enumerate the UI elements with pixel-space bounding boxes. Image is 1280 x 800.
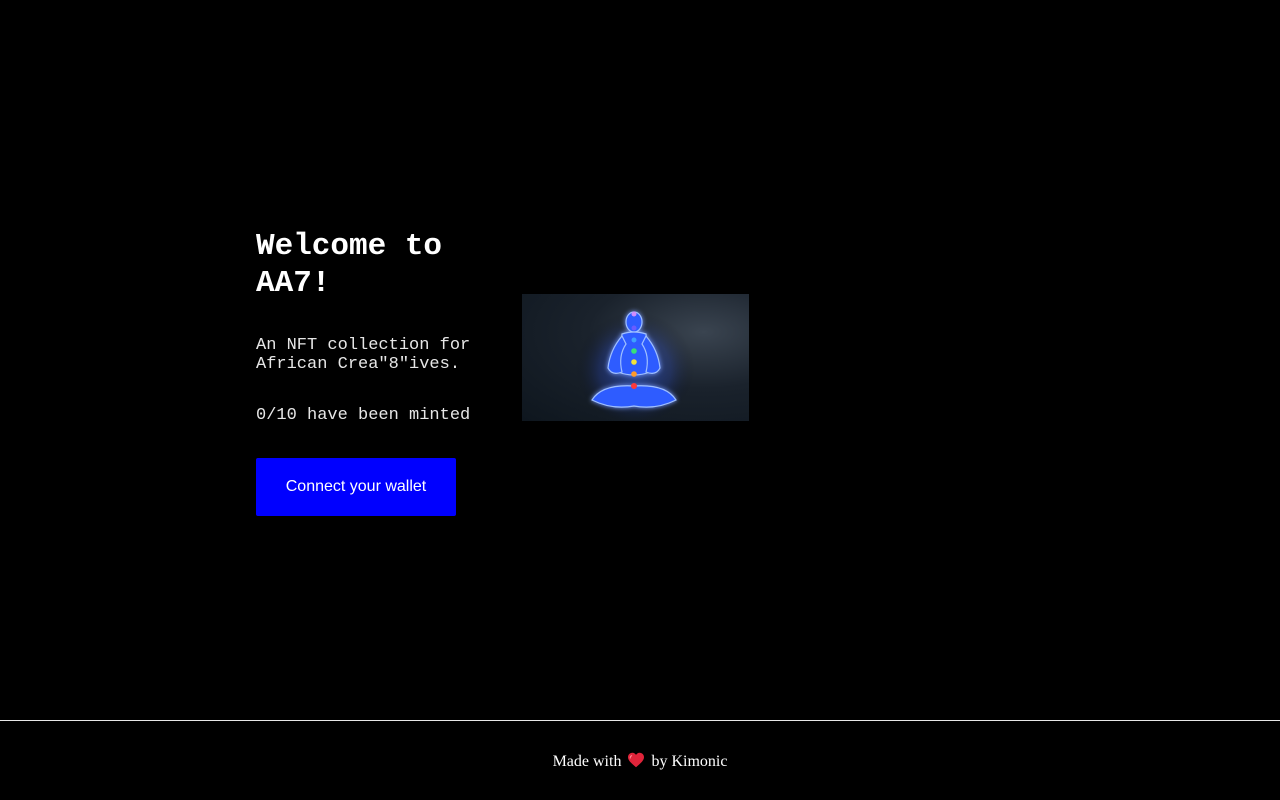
page-title: Welcome to AA7! bbox=[256, 229, 443, 301]
footer-prefix: Made with bbox=[552, 753, 622, 770]
connect-wallet-button[interactable]: Connect your wallet bbox=[256, 458, 456, 516]
minted-count: 0/10 have been minted bbox=[256, 406, 471, 425]
meditating-figure-icon bbox=[575, 306, 695, 421]
hero-section: Welcome to AA7! An NFT collection for Af… bbox=[256, 228, 776, 528]
footer-divider bbox=[0, 720, 1280, 721]
page: Welcome to AA7! An NFT collection for Af… bbox=[0, 0, 1280, 800]
heart-icon bbox=[628, 752, 645, 768]
collection-description: An NFT collection for African Crea"8"ive… bbox=[256, 336, 471, 374]
hero-text-column: Welcome to AA7! An NFT collection for Af… bbox=[256, 228, 506, 516]
footer-suffix: by Kimonic bbox=[651, 753, 728, 770]
nft-preview-image bbox=[522, 294, 749, 421]
footer: Made with by Kimonic bbox=[0, 751, 1280, 773]
